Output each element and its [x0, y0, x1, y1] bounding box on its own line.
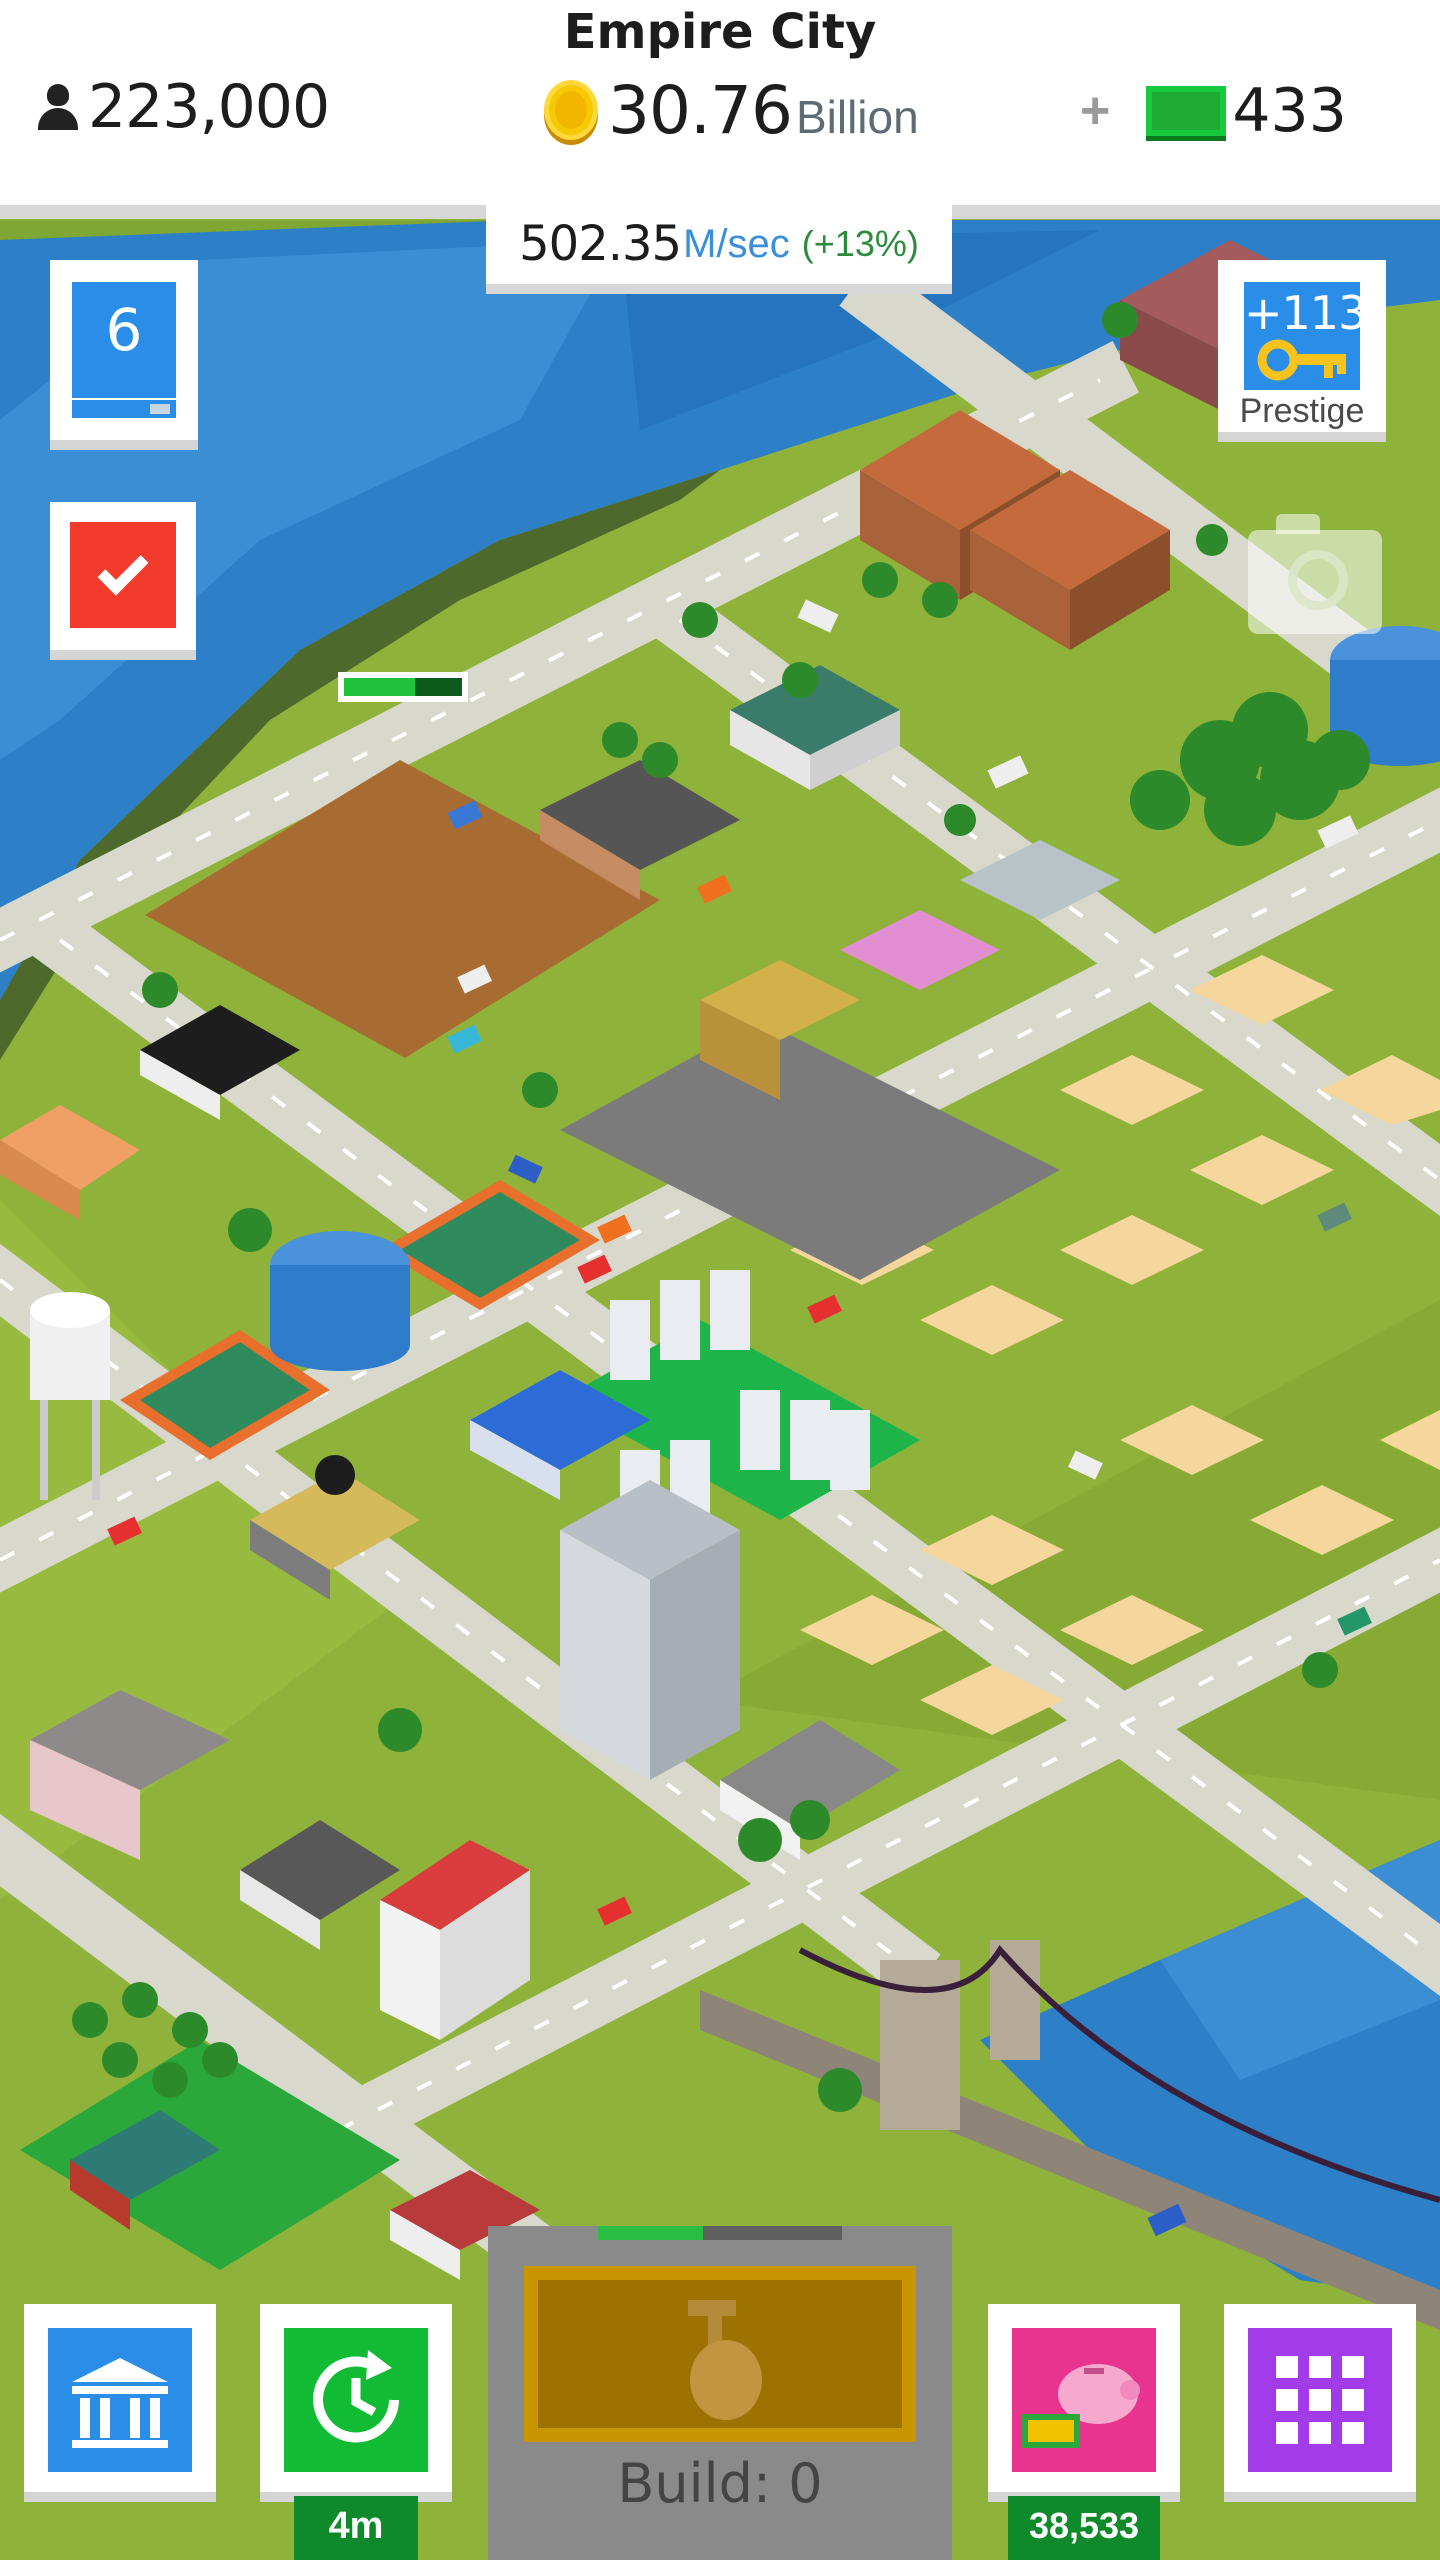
add-cash-button[interactable]: +	[1080, 81, 1110, 141]
menu-grid-button[interactable]	[1224, 2304, 1416, 2502]
prestige-label: Prestige	[1239, 392, 1365, 430]
coin-icon	[544, 80, 598, 140]
income-rate-panel[interactable]: 502.35 M/sec (+13%)	[486, 204, 952, 294]
person-icon	[36, 82, 80, 132]
money-unit: Billion	[795, 91, 919, 143]
tasks-button[interactable]	[50, 502, 196, 660]
construction-progress-bar	[338, 672, 468, 702]
population-display: 223,000	[36, 72, 330, 142]
income-rate-bonus: (+13%)	[801, 223, 919, 264]
piggy-bank-icon	[1022, 2364, 1140, 2448]
bank-icon	[72, 2358, 168, 2448]
camera-icon[interactable]	[1248, 514, 1382, 634]
prestige-button[interactable]: +113 Prestige	[1218, 260, 1386, 442]
build-hammer-hand-icon	[688, 2300, 762, 2420]
city-name[interactable]: Empire City	[0, 4, 1440, 60]
level-value: 6	[72, 282, 176, 398]
build-count-label: Build: 0	[617, 2452, 823, 2515]
population-value: 223,000	[88, 72, 330, 142]
piggy-bank-button[interactable]: 38,533	[988, 2304, 1180, 2560]
clock-boost-icon	[313, 2350, 399, 2443]
top-header: Empire City 223,000 30.76 Billion + 433	[0, 0, 1440, 205]
level-progress-bar	[72, 400, 176, 418]
boost-timer: 4m	[294, 2496, 418, 2560]
build-progress-bar	[598, 2226, 842, 2240]
income-rate-unit: M/sec	[683, 221, 790, 266]
money-display: 30.76 Billion	[544, 71, 919, 149]
banknote-icon	[1146, 86, 1227, 136]
money-value: 30.76	[608, 71, 793, 149]
cash-display[interactable]: + 433	[1080, 76, 1347, 146]
level-button[interactable]: 6	[50, 260, 198, 450]
checkmark-icon	[70, 522, 176, 628]
boost-button[interactable]: 4m	[260, 2304, 452, 2560]
game-screen: Empire City 223,000 30.76 Billion + 433 …	[0, 0, 1440, 2560]
build-button[interactable]: Build: 0	[488, 2226, 952, 2560]
grid-menu-icon	[1276, 2356, 1364, 2444]
bank-button[interactable]	[24, 2304, 216, 2502]
cash-value: 433	[1232, 76, 1347, 146]
income-rate-value: 502.35	[519, 216, 682, 272]
key-icon	[1257, 339, 1346, 381]
piggy-bank-value: 38,533	[1008, 2496, 1160, 2560]
